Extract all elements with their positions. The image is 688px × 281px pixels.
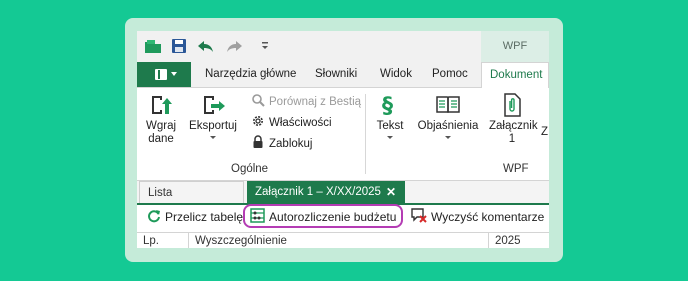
- document-tabs: Lista dokumentów Załącznik 1 – X/XX/2025…: [137, 181, 549, 221]
- tab-document[interactable]: Dokument: [481, 62, 549, 88]
- import-label-2: dane: [148, 133, 174, 145]
- group-separator: [365, 94, 366, 174]
- highlight-outline: [243, 204, 403, 228]
- tab-view[interactable]: Widok: [380, 62, 412, 87]
- column-header-lp[interactable]: Lp.: [137, 233, 189, 248]
- book-icon: [417, 92, 479, 120]
- attachment-button[interactable]: Załącznik 1: [489, 92, 538, 146]
- magnifier-icon: [251, 93, 265, 110]
- group-label-wpf: WPF: [503, 163, 529, 175]
- attachment-label-2: 1: [508, 133, 516, 145]
- file-menu-button[interactable]: [137, 62, 191, 87]
- explanations-button[interactable]: Objaśnienia: [417, 92, 479, 139]
- lock-icon: [251, 135, 265, 152]
- properties-label: Właściwości: [269, 116, 332, 129]
- clear-comments-label: Wyczyść komentarze: [431, 210, 545, 224]
- file-icon: [155, 69, 167, 80]
- folder-icon[interactable]: [144, 38, 162, 57]
- context-tab-label: WPF: [481, 31, 549, 62]
- text-label: Tekst: [376, 120, 404, 132]
- tab-attachment-1[interactable]: Załącznik 1 – X/XX/2025 ✕: [247, 181, 405, 203]
- import-label-1: Wgraj: [145, 120, 177, 132]
- undo-icon[interactable]: [197, 38, 215, 57]
- section-icon: §: [373, 92, 407, 120]
- export-label: Eksportuj: [189, 120, 237, 132]
- properties-button[interactable]: Właściwości: [251, 114, 332, 131]
- export-button[interactable]: Eksportuj: [189, 92, 237, 139]
- chevron-down-icon: [445, 136, 451, 139]
- attachment-icon: [489, 92, 535, 120]
- ribbon-tabs: Narzędzia główne Słowniki Widok Pomoc Do…: [137, 62, 549, 88]
- redo-icon[interactable]: [225, 38, 243, 57]
- recalculate-button[interactable]: Przelicz tabelę: [147, 205, 243, 229]
- lock-label: Zablokuj: [269, 137, 313, 150]
- column-header-description[interactable]: Wyszczególnienie: [189, 233, 489, 248]
- chevron-down-icon: [210, 136, 216, 139]
- import-icon: [143, 92, 179, 120]
- recalculate-label: Przelicz tabelę: [165, 210, 244, 224]
- chevron-down-icon: [171, 72, 177, 76]
- export-icon: [189, 92, 237, 120]
- svg-text:§: §: [382, 94, 393, 118]
- customize-icon[interactable]: [261, 40, 269, 54]
- import-data-button[interactable]: Wgraj dane: [143, 92, 179, 146]
- app-window: WPF Narzędzia główne Słowniki Widok Pomo…: [137, 31, 549, 248]
- column-header-year[interactable]: 2025: [489, 233, 549, 248]
- quick-access-toolbar: WPF: [137, 31, 549, 62]
- tab-attachment-label: Załącznik 1 – X/XX/2025: [255, 186, 381, 198]
- tab-help[interactable]: Pomoc: [432, 62, 468, 87]
- tab-dictionaries[interactable]: Słowniki: [315, 62, 357, 87]
- compare-button[interactable]: Porównaj z Bestią: [251, 93, 361, 110]
- attachment-label-1: Załącznik: [489, 120, 538, 132]
- refresh-icon: [147, 209, 161, 226]
- save-icon[interactable]: [171, 38, 187, 57]
- lock-button[interactable]: Zablokuj: [251, 135, 312, 152]
- gear-icon: [251, 114, 265, 131]
- group-label-general: Ogólne: [231, 163, 269, 175]
- compare-label: Porównaj z Bestią: [269, 95, 362, 108]
- partial-button-label[interactable]: Z: [541, 126, 548, 138]
- clear-comments-button[interactable]: Wyczyść komentarze: [411, 205, 544, 229]
- tab-home[interactable]: Narzędzia główne: [205, 62, 296, 87]
- text-button[interactable]: § Tekst: [373, 92, 407, 139]
- chevron-down-icon: [387, 136, 393, 139]
- clear-comment-icon: [411, 208, 427, 226]
- explanations-label: Objaśnienia: [417, 120, 479, 132]
- ribbon-panel: Wgraj dane Eksportuj Porównaj z Bestią W…: [137, 88, 549, 181]
- tab-document-list[interactable]: Lista dokumentów: [139, 181, 244, 221]
- close-icon[interactable]: ✕: [386, 181, 396, 203]
- table-header: Lp. Wyszczególnienie 2025: [137, 232, 549, 248]
